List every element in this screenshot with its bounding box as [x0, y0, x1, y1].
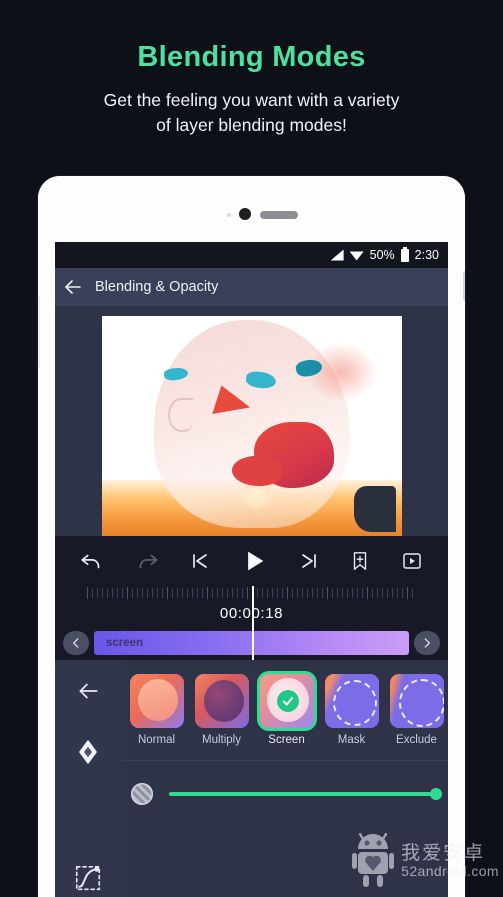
earpiece-speaker — [260, 211, 298, 219]
blend-mode-thumb-mask[interactable] — [324, 674, 379, 728]
android-robot-icon — [352, 833, 395, 889]
opacity-slider-knob[interactable] — [430, 788, 442, 800]
watermark-cn-label: 我爱安卓 — [401, 842, 486, 864]
blend-mode-label-exclude: Exclude — [396, 734, 437, 746]
loop-export-button[interactable] — [400, 549, 424, 573]
battery-percent-label: 50% — [369, 248, 395, 262]
blend-mode-label-normal: Normal — [137, 734, 176, 746]
phone-screen: 50% 2:30 Blending & Opacity screen Norma… — [55, 242, 448, 897]
clock-label: 2:30 — [414, 248, 439, 262]
app-bar: Blending & Opacity — [55, 268, 448, 306]
canvas-preview[interactable] — [101, 316, 402, 536]
battery-icon — [400, 246, 409, 262]
play-button[interactable] — [240, 547, 268, 575]
promo-screenshot: Blending Modes Get the feeling you want … — [0, 0, 503, 897]
blend-mode-thumb-normal[interactable] — [129, 674, 184, 728]
panel-side-rail — [55, 660, 121, 897]
skip-next-button[interactable] — [297, 549, 321, 573]
volume-button-left[interactable] — [38, 296, 40, 368]
blend-mode-label-multiply: Multiply — [202, 734, 241, 746]
back-arrow-icon[interactable] — [61, 275, 85, 299]
selected-check-icon — [276, 690, 299, 712]
promo-subtitle-line1: Get the feeling you want with a variety — [103, 89, 400, 110]
watermark-text: 我爱安卓 52android.com — [401, 842, 499, 879]
page-title: Blending Modes — [137, 41, 366, 73]
keyframe-diamond-icon[interactable] — [76, 738, 100, 766]
timeline-playhead[interactable] — [251, 586, 254, 660]
artwork-profile-line — [167, 398, 194, 432]
phone-device-frame: 50% 2:30 Blending & Opacity screen Norma… — [38, 176, 465, 897]
blend-mode-list: Normal Multiply Screen Mask Exclude — [121, 660, 448, 746]
watermark: 我爱安卓 52android.com — [352, 833, 499, 889]
status-bar: 50% 2:30 — [55, 242, 448, 268]
blend-mode-thumb-multiply[interactable] — [194, 674, 249, 728]
front-camera-icon — [239, 208, 251, 220]
blend-mode-mask[interactable]: Mask — [324, 674, 379, 746]
blend-mode-thumb-exclude[interactable] — [389, 674, 444, 728]
blend-mode-thumb-screen[interactable] — [259, 674, 314, 728]
next-clip-button[interactable] — [414, 631, 440, 655]
skip-previous-button[interactable] — [188, 549, 212, 573]
power-button-right[interactable] — [463, 271, 465, 301]
add-bookmark-button[interactable] — [349, 550, 371, 572]
clip-label: screen — [106, 637, 144, 649]
preview-area — [55, 306, 448, 536]
artwork-dark-corner — [353, 486, 396, 532]
app-bar-title: Blending & Opacity — [95, 279, 219, 295]
blend-mode-normal[interactable]: Normal — [129, 674, 184, 746]
previous-clip-button[interactable] — [63, 631, 89, 655]
blend-mode-exclude[interactable]: Exclude — [389, 674, 444, 746]
playback-toolbar — [55, 536, 448, 586]
opacity-control-row — [121, 761, 448, 805]
promo-subtitle: Get the feeling you want with a variety … — [0, 88, 503, 139]
undo-button[interactable] — [79, 548, 105, 574]
artwork-red-blob-2 — [231, 456, 282, 486]
blend-mode-label-screen: Screen — [268, 734, 305, 746]
proximity-sensor-icon — [227, 213, 231, 217]
opacity-slider[interactable] — [169, 788, 442, 800]
easing-curve-icon[interactable] — [73, 863, 103, 893]
panel-back-button[interactable] — [75, 678, 101, 704]
promo-subtitle-line2: of layer blending modes! — [156, 115, 347, 136]
opacity-icon[interactable] — [131, 783, 153, 805]
blend-mode-screen[interactable]: Screen — [259, 674, 314, 746]
phone-top-bezel — [38, 176, 465, 242]
blend-mode-label-mask: Mask — [337, 734, 366, 746]
blend-mode-multiply[interactable]: Multiply — [194, 674, 249, 746]
watermark-en-label: 52android.com — [401, 862, 499, 879]
redo-button[interactable] — [134, 548, 160, 574]
wifi-icon — [349, 250, 364, 261]
signal-icon — [330, 249, 344, 261]
promo-header: Blending Modes Get the feeling you want … — [0, 0, 503, 139]
